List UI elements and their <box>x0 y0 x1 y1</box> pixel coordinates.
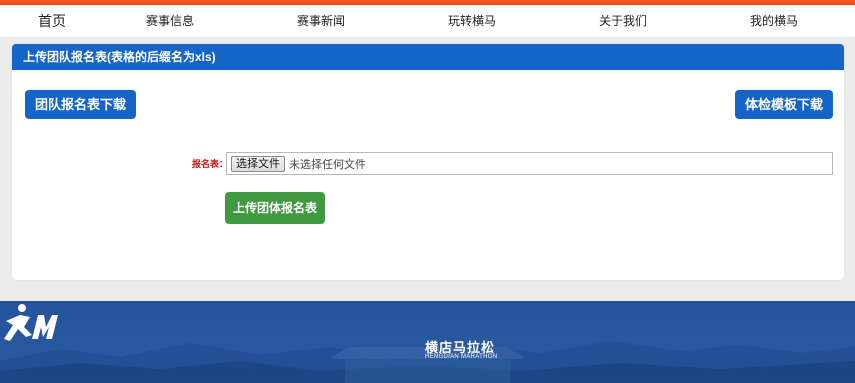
upload-panel: 上传团队报名表(表格的后缀名为xls) 团队报名表下载 体检模板下载 报名表： … <box>12 44 844 280</box>
nav-item-event-info[interactable]: 赛事信息 <box>146 5 194 38</box>
nav-item-about-us[interactable]: 关于我们 <box>599 5 647 38</box>
footer-banner: 横店马拉松 HENGDIAN MARATHON <box>0 301 855 383</box>
nav-item-play-hengma[interactable]: 玩转横马 <box>448 5 496 38</box>
nav-item-home[interactable]: 首页 <box>38 5 66 38</box>
file-status-text: 未选择任何文件 <box>289 158 366 171</box>
form-field-label: 报名表： <box>192 159 229 169</box>
footer-brand-english: HENGDIAN MARATHON <box>425 354 498 360</box>
panel-title: 上传团队报名表(表格的后缀名为xls) <box>12 44 844 70</box>
choose-file-button[interactable]: 选择文件 <box>231 155 285 172</box>
upload-team-form-button[interactable]: 上传团体报名表 <box>225 192 325 224</box>
runner-m-logo-icon <box>4 304 58 341</box>
team-form-download-button[interactable]: 团队报名表下载 <box>25 90 136 119</box>
medical-template-download-button[interactable]: 体检模板下载 <box>735 90 833 119</box>
nav-item-event-news[interactable]: 赛事新闻 <box>297 5 345 38</box>
nav-item-my-hengma[interactable]: 我的横马 <box>750 5 798 38</box>
main-nav: 首页 赛事信息 赛事新闻 玩转横马 关于我们 我的横马 <box>0 5 855 38</box>
file-input[interactable]: 选择文件 未选择任何文件 <box>226 152 833 175</box>
